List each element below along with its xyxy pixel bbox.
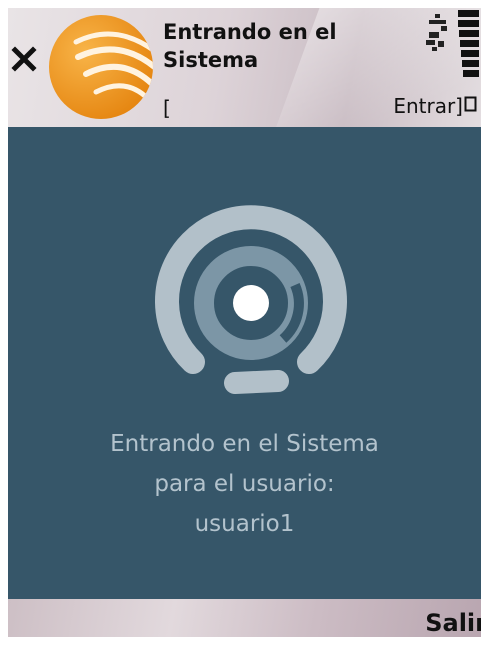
phone-screen: Entrando en el Sistema [ Entrar] Entrand… — [8, 8, 481, 637]
battery-base-icon — [464, 96, 477, 112]
progress-bracket-open: [ — [163, 96, 171, 120]
message-line-1: Entrando en el Sistema — [110, 431, 379, 457]
message-line-2: para el usuario: — [154, 471, 335, 497]
loading-panel: Entrando en el Sistema para el usuario: … — [8, 127, 481, 599]
softkey-bar: Salir — [8, 599, 481, 637]
title-line-1: Entrando en el — [163, 20, 337, 44]
window-title: Entrando en el Sistema — [163, 18, 393, 74]
app-logo-icon — [49, 15, 153, 119]
message-line-3: usuario1 — [194, 511, 295, 537]
login-message: Entrando en el Sistema para el usuario: … — [8, 424, 481, 544]
loading-spinner-icon — [155, 205, 347, 394]
exit-softkey[interactable]: Salir — [425, 609, 481, 637]
close-icon[interactable] — [11, 46, 37, 72]
title-bar: Entrando en el Sistema [ Entrar] — [8, 8, 481, 127]
battery-icon — [458, 10, 479, 77]
progress-label: Entrar] — [393, 94, 463, 118]
title-line-2: Sistema — [163, 48, 259, 72]
signal-icon — [426, 14, 447, 51]
